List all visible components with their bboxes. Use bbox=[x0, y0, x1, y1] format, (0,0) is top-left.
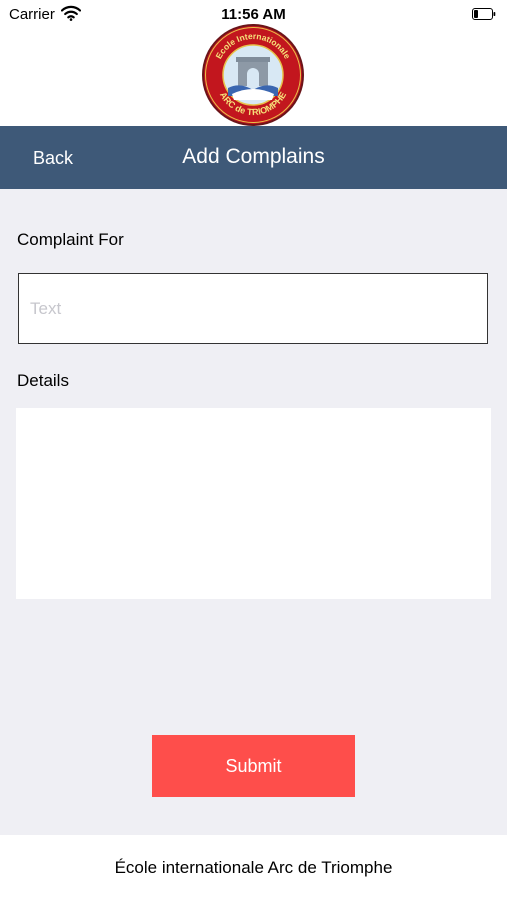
details-label: Details bbox=[17, 371, 69, 390]
battery-icon bbox=[472, 7, 496, 20]
submit-button[interactable]: Submit bbox=[152, 735, 355, 797]
page-title: Add Complains bbox=[182, 145, 325, 168]
complaint-for-input[interactable] bbox=[18, 273, 488, 344]
school-logo: Ecole Internationale ARC de TRIOMPHE bbox=[202, 24, 304, 126]
details-textarea[interactable] bbox=[16, 408, 491, 599]
status-time: 11:56 AM bbox=[221, 6, 286, 23]
complaint-for-label: Complaint For bbox=[17, 230, 124, 249]
footer: École internationale Arc de Triomphe bbox=[0, 835, 507, 900]
navigation-bar: Back Add Complains bbox=[0, 126, 507, 189]
footer-text: École internationale Arc de Triomphe bbox=[114, 858, 393, 877]
logo-area: Ecole Internationale ARC de TRIOMPHE bbox=[0, 24, 507, 126]
